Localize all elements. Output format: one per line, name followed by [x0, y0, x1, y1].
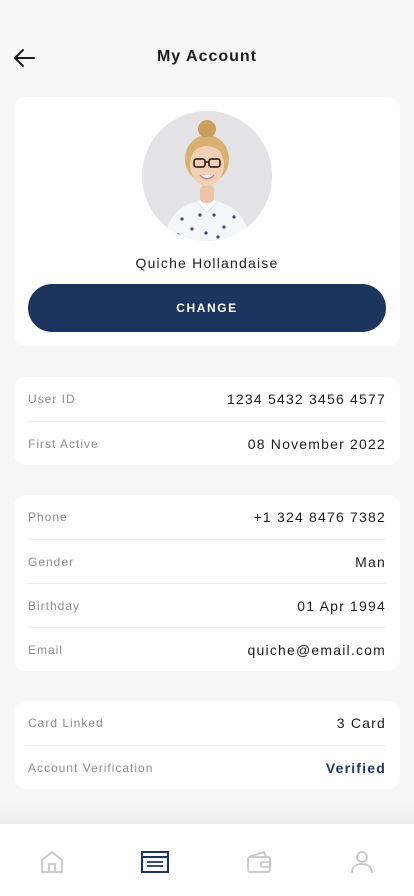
verification-status: Verified: [325, 759, 386, 776]
info-row-account-verification[interactable]: Account Verification Verified: [28, 745, 386, 789]
my-account-screen: My Account Quiche Hollandaise CHANGE Use…: [0, 0, 414, 896]
info-row-first-active: First Active 08 November 2022: [28, 421, 386, 465]
account-info-card: User ID 1234 5432 3456 4577 First Active…: [14, 377, 400, 465]
page-title: My Account: [156, 48, 258, 65]
profile-icon: [351, 851, 374, 874]
profile-name: Quiche Hollandaise: [135, 255, 279, 271]
row-value: 01 Apr 1994: [297, 597, 386, 614]
tab-statement[interactable]: [135, 848, 175, 876]
info-row-birthday[interactable]: Birthday 01 Apr 1994: [28, 583, 386, 627]
row-value: Man: [355, 553, 386, 570]
wallet-icon: [246, 851, 271, 873]
personal-info-card: Phone +1 324 8476 7382 Gender Man Birthd…: [14, 495, 400, 671]
info-row-gender[interactable]: Gender Man: [28, 539, 386, 583]
row-value: 1234 5432 3456 4577: [226, 391, 386, 407]
scroll-fade: [0, 800, 414, 824]
row-label: Phone: [28, 510, 68, 524]
row-label: User ID: [28, 392, 76, 406]
info-row-phone[interactable]: Phone +1 324 8476 7382: [28, 495, 386, 539]
row-label: First Active: [28, 436, 99, 451]
home-icon: [40, 851, 63, 873]
info-row-user-id: User ID 1234 5432 3456 4577: [28, 377, 386, 421]
info-row-email[interactable]: Email quiche@email.com: [28, 627, 386, 671]
row-label: Birthday: [28, 598, 81, 613]
row-label: Card Linked: [28, 716, 104, 730]
row-value: +1 324 8476 7382: [253, 509, 386, 525]
tab-home[interactable]: [32, 848, 72, 876]
row-value: 08 November 2022: [247, 435, 386, 452]
change-photo-button[interactable]: CHANGE: [28, 284, 386, 332]
row-value: 3 Card: [336, 715, 386, 731]
status-info-card: Card Linked 3 Card Account Verification …: [14, 701, 400, 789]
row-value: quiche@email.com: [247, 641, 386, 658]
tab-profile[interactable]: [342, 848, 382, 876]
row-label: Email: [28, 642, 64, 657]
profile-card: Quiche Hollandaise CHANGE: [14, 97, 400, 346]
tab-wallet[interactable]: [239, 848, 279, 876]
statement-icon: [141, 851, 170, 873]
row-label: Gender: [28, 554, 75, 569]
row-label: Account Verification: [28, 760, 154, 775]
info-row-card-linked[interactable]: Card Linked 3 Card: [28, 701, 386, 745]
avatar[interactable]: [142, 111, 272, 241]
bottom-tab-bar: [0, 824, 414, 896]
profile-photo: [142, 111, 272, 241]
